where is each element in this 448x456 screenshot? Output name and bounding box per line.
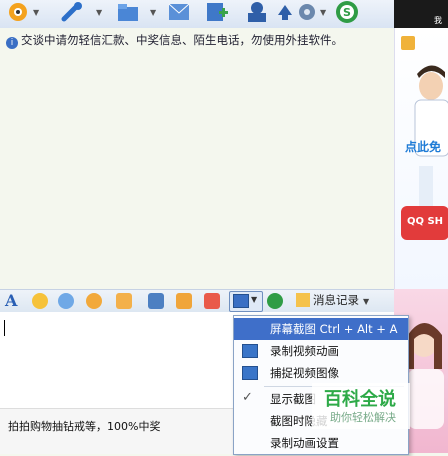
send-mail-icon[interactable] <box>166 0 192 24</box>
music-icon[interactable] <box>176 293 192 309</box>
notice-text: 交谈中请勿轻信汇款、中奖信息、陌生电话，勿使用外挂软件。 <box>21 33 343 47</box>
top-right-banner[interactable]: 我 <box>394 0 448 28</box>
menu-item-animation-settings[interactable]: 录制动画设置 <box>234 432 408 454</box>
record-video-icon <box>242 344 258 358</box>
promo-link[interactable]: 拍拍购物抽钻戒等，100%中奖 <box>8 418 160 434</box>
gift-icon[interactable] <box>116 293 132 309</box>
format-toolbar: A ▼ 消息记录 ▼ <box>0 289 394 313</box>
remote-assist-icon[interactable] <box>244 0 270 24</box>
ad-brand: QQ SH <box>407 216 444 227</box>
magic-emoji-icon[interactable] <box>58 293 74 309</box>
chevron-down-icon: ▼ <box>363 297 370 306</box>
chat-toolbar: ▼ ▼ ▼ ▼ S <box>0 0 394 29</box>
chat-history[interactable]: i 交谈中请勿轻信汇款、中奖信息、陌生电话，勿使用外挂软件。 <box>0 28 394 289</box>
screenshot-icon <box>233 294 249 308</box>
present-icon[interactable] <box>204 293 220 309</box>
settings-icon[interactable] <box>294 0 320 24</box>
watermark: 百科全说 助你轻松解决 <box>312 383 410 429</box>
ad-panel[interactable]: 点此免 QQ SH <box>394 28 448 289</box>
ad-figure-image <box>401 36 448 240</box>
font-icon[interactable]: A <box>5 291 17 310</box>
voice-call-icon[interactable] <box>60 0 86 24</box>
info-icon: i <box>6 37 18 49</box>
banner-text: 我 <box>434 16 442 25</box>
menu-item-label: 录制视频动画 <box>270 344 339 358</box>
message-history-button[interactable]: 消息记录 ▼ <box>296 292 369 310</box>
nudge-icon[interactable] <box>86 293 102 309</box>
menu-item-label: 捕捉视频图像 <box>270 366 339 380</box>
chevron-down-icon[interactable]: ▼ <box>320 8 326 17</box>
send-file-icon[interactable] <box>116 0 142 24</box>
watermark-subtitle: 助你轻松解决 <box>330 411 396 424</box>
ad-title: 点此免 <box>405 140 442 154</box>
image-icon[interactable] <box>148 293 164 309</box>
chevron-down-icon: ▼ <box>251 295 258 304</box>
video-call-icon[interactable] <box>6 0 32 24</box>
wallet-icon[interactable] <box>267 293 283 309</box>
svg-text:S: S <box>343 6 351 19</box>
checkmark-icon: ✓ <box>242 390 253 405</box>
text-caret <box>4 320 5 336</box>
menu-item-label: 录制动画设置 <box>270 436 339 450</box>
history-label: 消息记录 <box>313 293 359 307</box>
menu-item-capture-video-image[interactable]: 捕捉视频图像 <box>234 362 408 384</box>
wallet-icon[interactable]: S <box>334 0 360 24</box>
watermark-title: 百科全说 <box>324 389 396 410</box>
menu-item-screen-capture[interactable]: 屏幕截图 Ctrl + Alt + A <box>234 318 408 340</box>
security-notice: i 交谈中请勿轻信汇款、中奖信息、陌生电话，勿使用外挂软件。 <box>6 32 343 49</box>
screenshot-button[interactable]: ▼ <box>229 291 263 312</box>
chevron-down-icon[interactable]: ▼ <box>150 8 156 17</box>
add-contact-icon[interactable] <box>204 0 230 24</box>
emoji-icon[interactable] <box>32 293 48 309</box>
chevron-down-icon[interactable]: ▼ <box>33 8 39 17</box>
capture-image-icon <box>242 366 258 380</box>
menu-item-label: 屏幕截图 Ctrl + Alt + A <box>270 322 398 336</box>
menu-item-label: 显示截图 <box>270 392 316 406</box>
menu-item-record-video[interactable]: 录制视频动画 <box>234 340 408 362</box>
history-icon <box>296 293 310 307</box>
chevron-down-icon[interactable]: ▼ <box>96 8 102 17</box>
